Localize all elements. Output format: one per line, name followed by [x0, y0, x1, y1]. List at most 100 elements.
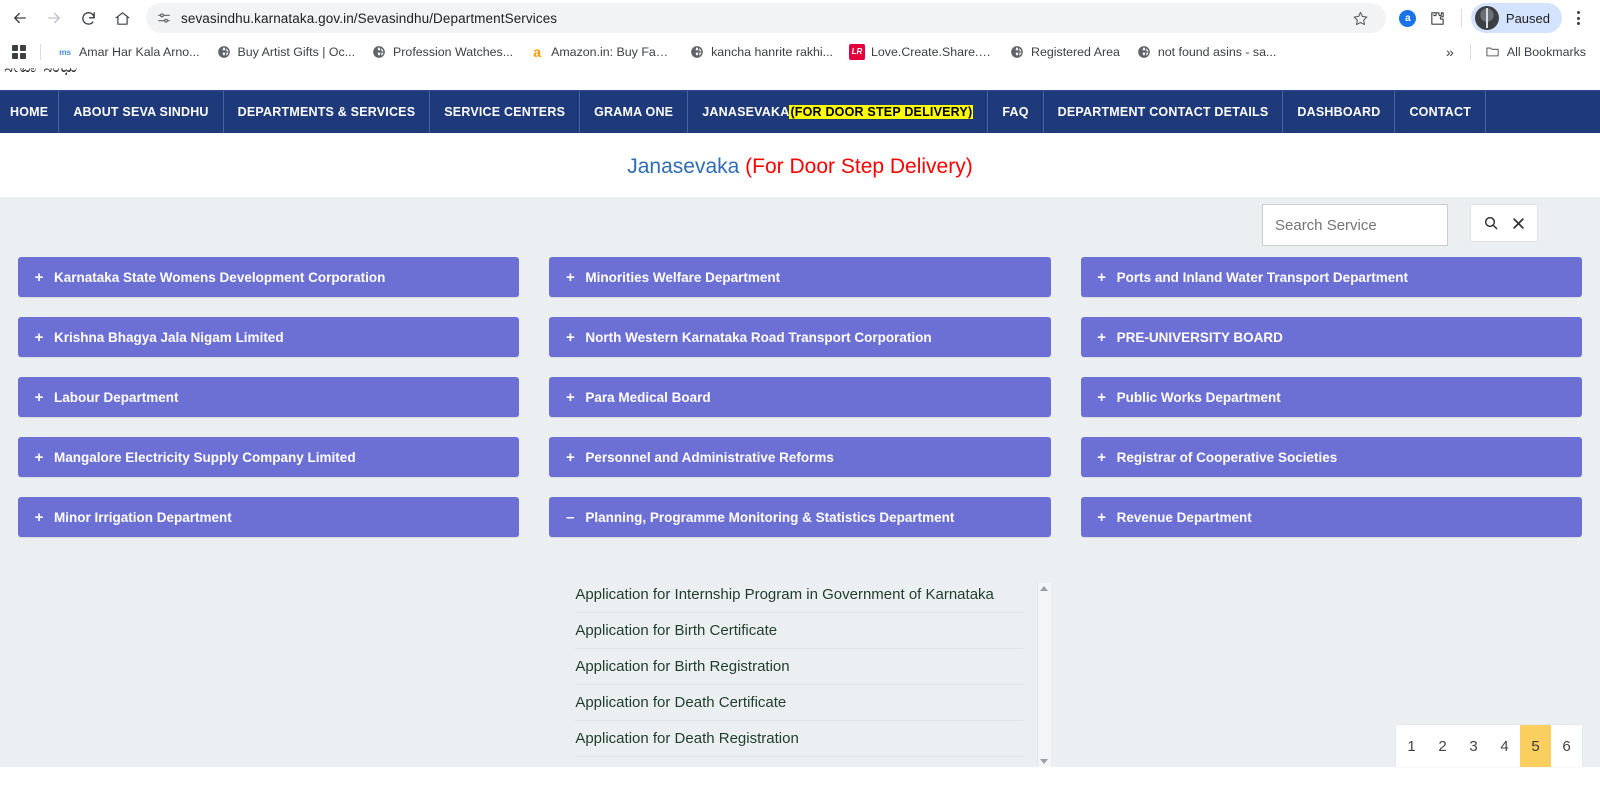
- department-item[interactable]: + Karnataka State Womens Development Cor…: [18, 257, 520, 297]
- bookmark-item[interactable]: Profession Watches...: [363, 40, 521, 64]
- search-icon[interactable]: [1483, 215, 1499, 231]
- department-item[interactable]: + North Western Karnataka Road Transport…: [549, 317, 1051, 357]
- department-label: Minor Irrigation Department: [54, 509, 232, 525]
- pagination-page-5[interactable]: 5: [1520, 725, 1551, 767]
- pagination-page-4[interactable]: 4: [1489, 725, 1520, 767]
- pagination-page-3[interactable]: 3: [1458, 725, 1489, 767]
- bookmark-item[interactable]: LR Love.Create.Share.S...: [841, 40, 1001, 64]
- bookmark-item[interactable]: not found asins - sa...: [1128, 40, 1284, 64]
- expand-plus-icon: +: [1097, 388, 1107, 406]
- expand-plus-icon: +: [34, 448, 44, 466]
- bookmark-item[interactable]: kancha hanrite rakhi...: [681, 40, 841, 64]
- nav-item-home[interactable]: HOME: [0, 91, 60, 133]
- search-actions: [1470, 204, 1538, 242]
- department-label: Public Works Department: [1116, 389, 1281, 405]
- kannada-site-header: ಸೇವಾ ಸಿಂಧು: [0, 68, 1600, 90]
- all-bookmarks-button[interactable]: All Bookmarks: [1479, 40, 1592, 64]
- collapse-minus-icon: –: [566, 508, 575, 526]
- search-input[interactable]: Search Service: [1262, 204, 1448, 246]
- bookmark-star-icon[interactable]: [1348, 5, 1374, 31]
- nav-item-about-seva-sindhu[interactable]: ABOUT SEVA SINDHU: [59, 91, 224, 133]
- reload-icon[interactable]: [72, 2, 104, 34]
- department-item-expanded[interactable]: – Planning, Programme Monitoring & Stati…: [549, 497, 1051, 537]
- service-list-item[interactable]: Application for Death Certificate: [575, 685, 1023, 721]
- page-title-secondary: (For Door Step Delivery): [745, 155, 973, 178]
- site-settings-icon[interactable]: [156, 10, 172, 26]
- clear-x-icon[interactable]: [1512, 217, 1525, 230]
- extension-badge-icon[interactable]: a: [1394, 4, 1422, 32]
- department-item[interactable]: + Labour Department: [18, 377, 520, 417]
- globe-favicon-icon: [689, 44, 705, 60]
- avatar: [1474, 6, 1499, 30]
- profile-button[interactable]: Paused: [1470, 3, 1562, 33]
- service-list-item[interactable]: Application for Internship Program in Go…: [575, 577, 1023, 613]
- bookmark-item[interactable]: a Amazon.in: Buy Fast...: [521, 40, 681, 64]
- expand-plus-icon: +: [34, 388, 44, 406]
- service-list-item[interactable]: Application for Birth Registration: [575, 649, 1023, 685]
- department-item[interactable]: + Krishna Bhagya Jala Nigam Limited: [18, 317, 520, 357]
- bookmark-item[interactable]: Registered Area: [1001, 40, 1128, 64]
- department-item[interactable]: + Minor Irrigation Department: [18, 497, 520, 537]
- departments-column-2: + Minorities Welfare Department + North …: [549, 257, 1051, 767]
- nav-item-departments-and-services[interactable]: DEPARTMENTS & SERVICES: [224, 91, 431, 133]
- page-content: ಸೇವಾ ಸಿಂಧು HOME ABOUT SEVA SINDHU DEPART…: [0, 68, 1600, 767]
- department-label: Mangalore Electricity Supply Company Lim…: [54, 449, 356, 465]
- department-item[interactable]: + PRE-UNIVERSITY BOARD: [1080, 317, 1582, 357]
- department-item[interactable]: + Personnel and Administrative Reforms: [549, 437, 1051, 477]
- bookmarks-overflow-icon[interactable]: »: [1438, 40, 1462, 64]
- amazon-favicon-icon: a: [533, 43, 541, 60]
- department-item[interactable]: + Mangalore Electricity Supply Company L…: [18, 437, 520, 477]
- expand-plus-icon: +: [565, 328, 575, 346]
- bookmark-item[interactable]: Buy Artist Gifts | Oc...: [208, 40, 364, 64]
- address-bar-url: sevasindhu.karnataka.gov.in/Sevasindhu/D…: [181, 10, 558, 26]
- department-label: Karnataka State Womens Development Corpo…: [54, 269, 386, 285]
- service-list-item[interactable]: Application for Birth Certificate: [575, 613, 1023, 649]
- browser-chrome: sevasindhu.karnataka.gov.in/Sevasindhu/D…: [0, 0, 1600, 68]
- department-label: PRE-UNIVERSITY BOARD: [1116, 329, 1283, 345]
- department-label: Para Medical Board: [585, 389, 711, 405]
- ms-favicon-icon: ms: [57, 43, 73, 60]
- nav-item-janasevaka-highlight: (FOR DOOR STEP DELIVERY): [789, 105, 974, 119]
- service-list-scrollbar[interactable]: [1036, 583, 1051, 767]
- apps-grid-icon[interactable]: [6, 39, 32, 65]
- scroll-down-arrow-icon[interactable]: [1040, 759, 1049, 764]
- nav-item-grama-one[interactable]: GRAMA ONE: [580, 91, 689, 133]
- nav-item-janasevaka[interactable]: JANASEVAKA (FOR DOOR STEP DELIVERY): [688, 91, 989, 133]
- main-navigation: HOME ABOUT SEVA SINDHU DEPARTMENTS & SER…: [0, 90, 1600, 133]
- department-label: Planning, Programme Monitoring & Statist…: [585, 509, 955, 525]
- nav-item-faq[interactable]: FAQ: [988, 91, 1044, 133]
- departments-content: Search Service + Karnataka State Womens …: [0, 197, 1600, 767]
- bookmark-label: kancha hanrite rakhi...: [711, 44, 834, 59]
- nav-item-dashboard[interactable]: DASHBOARD: [1283, 91, 1396, 133]
- extensions-puzzle-icon[interactable]: [1424, 4, 1452, 32]
- department-label: Ports and Inland Water Transport Departm…: [1116, 269, 1408, 285]
- chrome-menu-icon[interactable]: [1564, 4, 1592, 32]
- department-item[interactable]: + Registrar of Cooperative Societies: [1080, 437, 1582, 477]
- bookmark-label: Love.Create.Share.S...: [871, 44, 994, 59]
- forward-arrow-icon[interactable]: [38, 2, 70, 34]
- nav-item-contact[interactable]: CONTACT: [1395, 91, 1487, 133]
- scroll-up-arrow-icon[interactable]: [1040, 586, 1049, 591]
- department-item[interactable]: + Ports and Inland Water Transport Depar…: [1080, 257, 1582, 297]
- expand-plus-icon: +: [1097, 508, 1107, 526]
- bookmark-item[interactable]: ms Amar Har Kala Arno...: [49, 40, 208, 64]
- department-item[interactable]: + Public Works Department: [1080, 377, 1582, 417]
- address-bar[interactable]: sevasindhu.karnataka.gov.in/Sevasindhu/D…: [146, 3, 1386, 33]
- department-item[interactable]: + Minorities Welfare Department: [549, 257, 1051, 297]
- lr-favicon-icon: LR: [849, 43, 866, 60]
- nav-filler: [1486, 91, 1600, 133]
- nav-item-department-contact-details[interactable]: DEPARTMENT CONTACT DETAILS: [1044, 91, 1284, 133]
- pagination-page-1[interactable]: 1: [1396, 725, 1427, 767]
- service-list-item[interactable]: Application for Death Registration: [575, 721, 1023, 757]
- department-item[interactable]: + Para Medical Board: [549, 377, 1051, 417]
- bookmark-label: Amazon.in: Buy Fast...: [551, 44, 674, 59]
- home-icon[interactable]: [106, 2, 138, 34]
- nav-item-service-centers[interactable]: SERVICE CENTERS: [430, 91, 581, 133]
- expand-plus-icon: +: [1097, 328, 1107, 346]
- pagination-page-2[interactable]: 2: [1427, 725, 1458, 767]
- department-item[interactable]: + Revenue Department: [1080, 497, 1582, 537]
- profile-status-label: Paused: [1505, 10, 1550, 26]
- back-arrow-icon[interactable]: [4, 2, 36, 34]
- pagination-page-6[interactable]: 6: [1551, 725, 1582, 767]
- all-bookmarks-label: All Bookmarks: [1506, 44, 1586, 59]
